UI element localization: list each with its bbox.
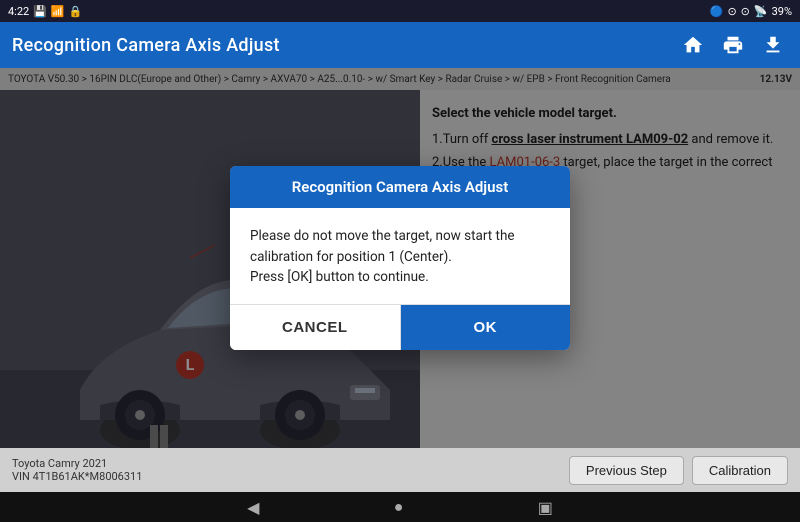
vehicle-info: Toyota Camry 2021 VIN 4T1B61AK*M8006311 <box>12 457 142 483</box>
home-nav-icon[interactable]: ● <box>394 497 404 517</box>
bottom-buttons: Previous Step Calibration <box>569 456 788 485</box>
dialog: Recognition Camera Axis Adjust Please do… <box>230 166 570 351</box>
circle-icon-1: ⊙ <box>727 5 736 18</box>
dialog-buttons: CANCEL OK <box>230 304 570 350</box>
navigation-bar: ◀ ● ▣ <box>0 492 800 522</box>
status-bar-left: 4:22 💾 📶 🔒 <box>8 5 82 18</box>
title-bar-icons <box>678 30 788 60</box>
modal-overlay: Recognition Camera Axis Adjust Please do… <box>0 68 800 448</box>
wifi-icon: 📡 <box>754 5 768 18</box>
export-button[interactable] <box>758 30 788 60</box>
dialog-message: Please do not move the target, now start… <box>250 228 515 286</box>
page-title: Recognition Camera Axis Adjust <box>12 35 280 56</box>
vehicle-name: Toyota Camry 2021 <box>12 457 142 470</box>
bluetooth-icon: 🔵 <box>710 5 724 18</box>
signal-icon: 📶 <box>51 5 65 18</box>
ok-button[interactable]: OK <box>401 305 571 350</box>
previous-step-button[interactable]: Previous Step <box>569 456 684 485</box>
vin-number: VIN 4T1B61AK*M8006311 <box>12 470 142 483</box>
lock-icon: 🔒 <box>69 5 83 18</box>
home-button[interactable] <box>678 30 708 60</box>
title-bar: Recognition Camera Axis Adjust <box>0 22 800 68</box>
recent-nav-icon[interactable]: ▣ <box>538 498 553 517</box>
bottom-bar: Toyota Camry 2021 VIN 4T1B61AK*M8006311 … <box>0 448 800 492</box>
dialog-body: Please do not move the target, now start… <box>230 208 570 305</box>
time-display: 4:22 <box>8 5 29 18</box>
dialog-header: Recognition Camera Axis Adjust <box>230 166 570 208</box>
battery-display: 39% <box>772 5 792 18</box>
back-nav-icon[interactable]: ◀ <box>247 498 259 517</box>
status-bar-right: 🔵 ⊙ ⊙ 📡 39% <box>710 5 792 18</box>
circle-icon-2: ⊙ <box>741 5 750 18</box>
status-bar: 4:22 💾 📶 🔒 🔵 ⊙ ⊙ 📡 39% <box>0 0 800 22</box>
calibration-button[interactable]: Calibration <box>692 456 788 485</box>
cancel-button[interactable]: CANCEL <box>230 305 401 350</box>
print-button[interactable] <box>718 30 748 60</box>
sd-card-icon: 💾 <box>33 5 47 18</box>
